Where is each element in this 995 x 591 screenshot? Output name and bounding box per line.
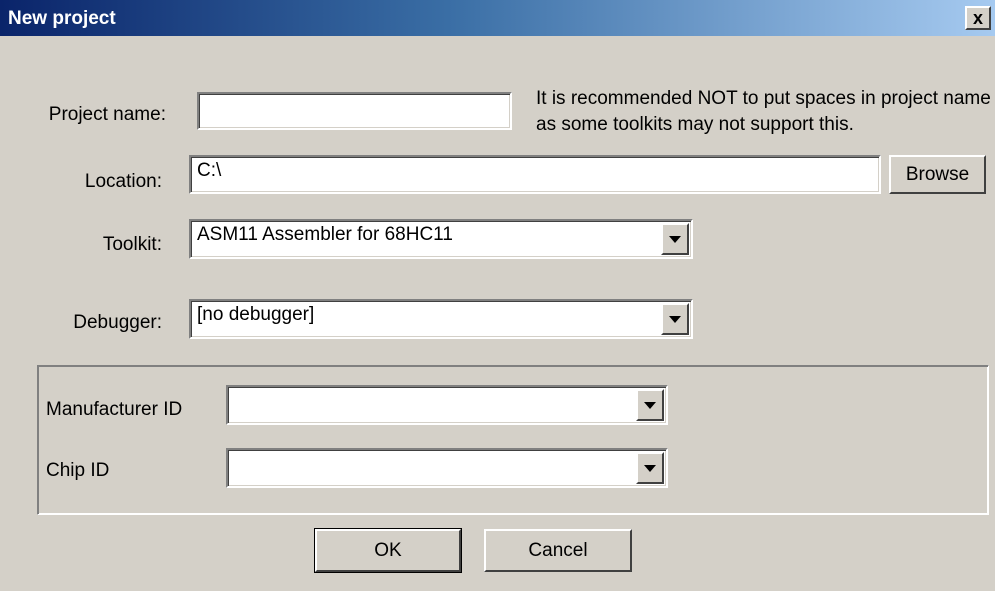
chevron-down-icon	[644, 464, 656, 472]
chip-id-label: Chip ID	[46, 460, 110, 481]
debugger-dropdown[interactable]: [no debugger]	[189, 299, 693, 339]
ok-button[interactable]: OK	[314, 528, 462, 573]
toolkit-value: ASM11 Assembler for 68HC11	[197, 224, 453, 245]
location-label: Location:	[84, 171, 162, 192]
debugger-value: [no debugger]	[197, 304, 315, 325]
toolkit-dropdown-button[interactable]	[661, 223, 689, 255]
cancel-button-label: Cancel	[528, 539, 588, 561]
toolkit-dropdown[interactable]: ASM11 Assembler for 68HC11	[189, 219, 693, 259]
manufacturer-id-dropdown-button[interactable]	[636, 389, 664, 421]
close-icon: x	[972, 8, 983, 28]
browse-button[interactable]: Browse	[889, 155, 986, 194]
debugger-label: Debugger:	[73, 312, 162, 333]
location-value: C:\	[197, 160, 222, 181]
chevron-down-icon	[669, 315, 681, 323]
chip-id-dropdown-button[interactable]	[636, 452, 664, 484]
location-input[interactable]: C:\	[189, 155, 881, 194]
close-button[interactable]: x	[965, 6, 991, 30]
manufacturer-id-label: Manufacturer ID	[46, 399, 183, 420]
project-name-note: It is recommended NOT to put spaces in p…	[536, 88, 991, 135]
chevron-down-icon	[669, 235, 681, 243]
project-name-label: Project name:	[48, 104, 166, 125]
window-title: New project	[8, 8, 116, 29]
toolkit-label: Toolkit:	[102, 234, 162, 255]
debugger-dropdown-button[interactable]	[661, 303, 689, 335]
chevron-down-icon	[644, 401, 656, 409]
chip-id-dropdown[interactable]	[226, 448, 668, 488]
manufacturer-id-dropdown[interactable]	[226, 385, 668, 425]
browse-button-label: Browse	[905, 163, 970, 185]
ok-button-label: OK	[374, 539, 402, 561]
title-bar: New project x	[0, 0, 995, 36]
project-name-input[interactable]	[197, 92, 512, 130]
cancel-button[interactable]: Cancel	[484, 529, 632, 572]
